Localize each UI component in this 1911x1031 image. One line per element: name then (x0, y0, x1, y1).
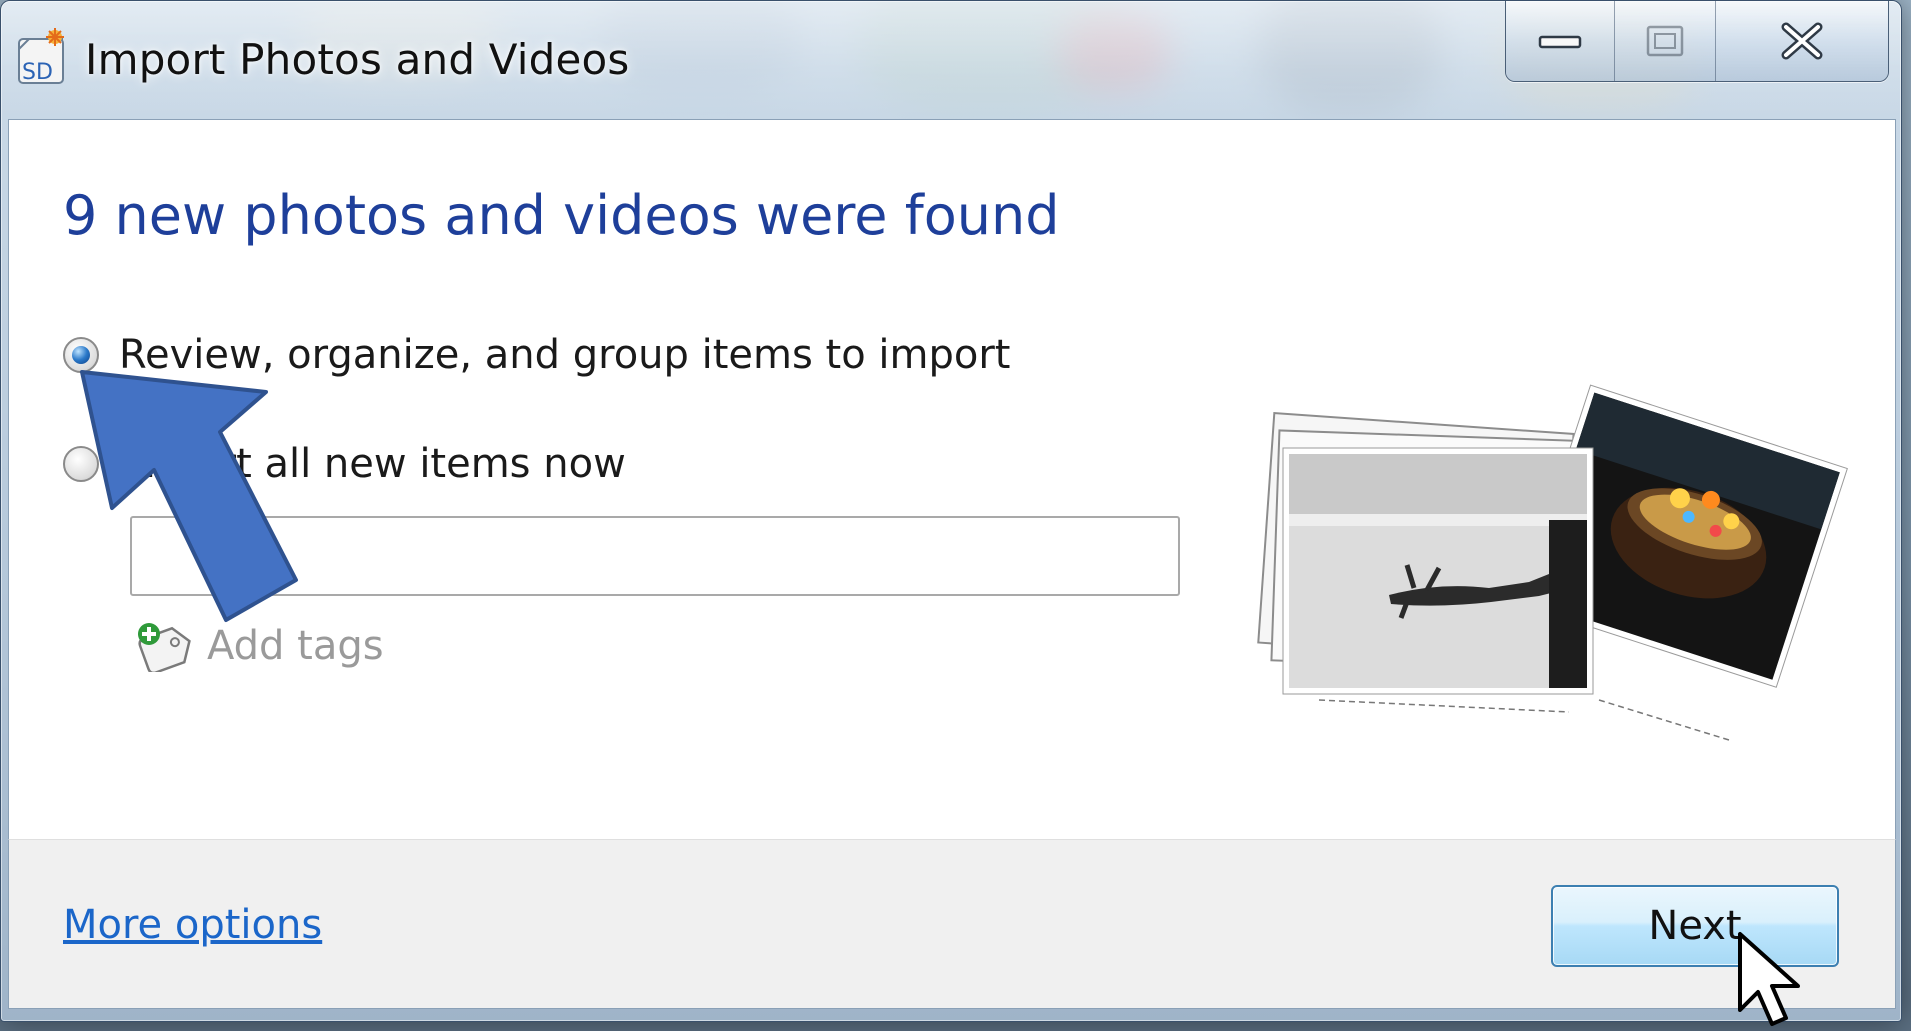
sd-card-icon: SD (18, 28, 64, 85)
mouse-cursor-icon (1738, 932, 1800, 1026)
maximize-button[interactable] (1614, 1, 1715, 81)
window-title: Import Photos and Videos (85, 35, 630, 84)
title-bar[interactable]: SD Import Photos and Videos (1, 1, 1901, 117)
svg-text:SD: SD (22, 60, 53, 85)
caption-buttons (1505, 1, 1889, 82)
desktop-background: SD Import Photos and Videos 9 new photos… (0, 0, 1911, 1031)
minimize-icon (1538, 35, 1582, 49)
photo-stack-illustration (1257, 384, 1848, 741)
more-options-link[interactable]: More options (63, 902, 322, 948)
maximize-icon (1646, 25, 1684, 57)
arrow-annotation-icon (80, 370, 298, 622)
dialog-footer: More options Next (8, 839, 1896, 1009)
close-button[interactable] (1715, 1, 1888, 81)
minimize-button[interactable] (1506, 1, 1614, 81)
found-items-heading: 9 new photos and videos were found (63, 184, 1060, 247)
close-icon (1781, 22, 1823, 60)
